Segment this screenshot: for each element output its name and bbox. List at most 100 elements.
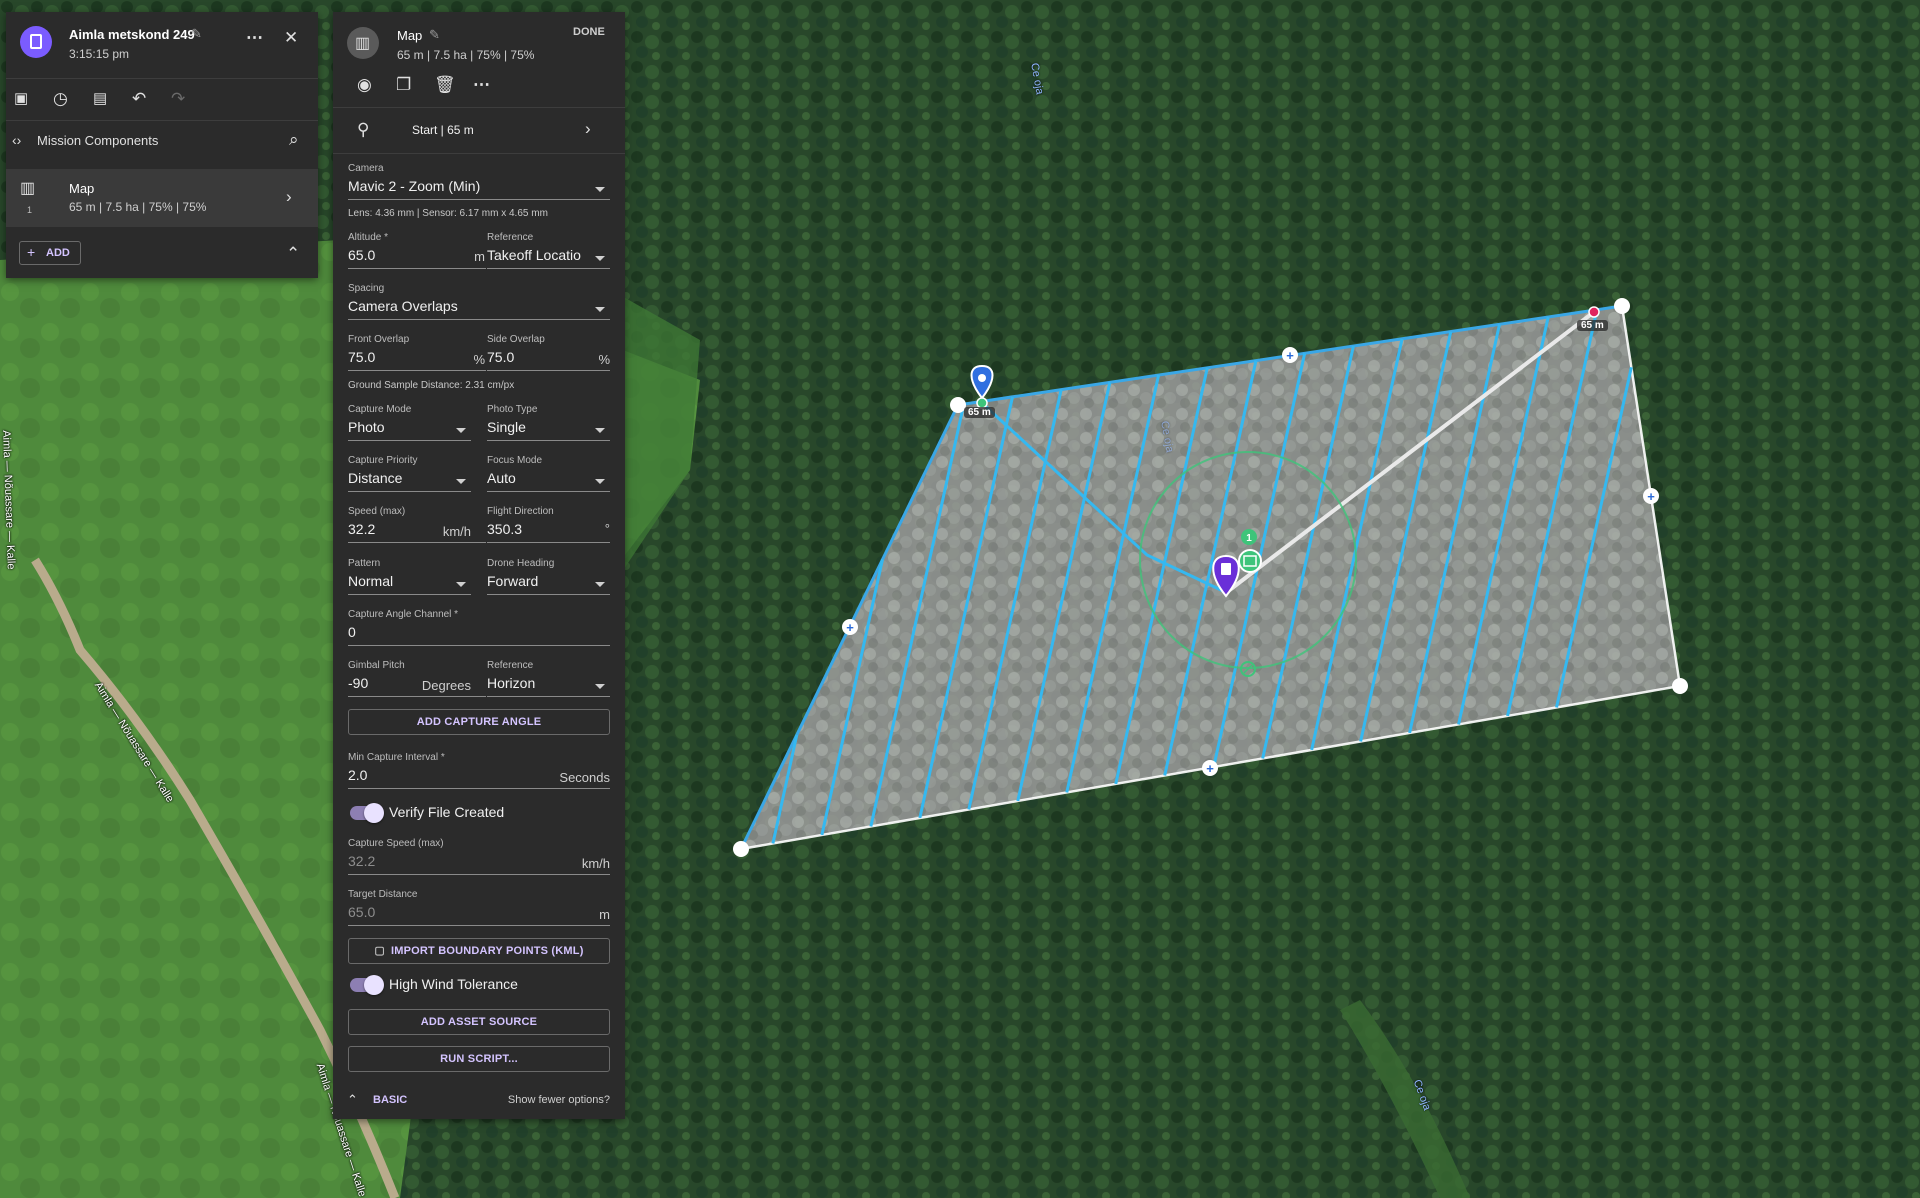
undo-icon[interactable]: ↶	[132, 89, 146, 109]
side-overlap-label: Side Overlap	[487, 334, 545, 345]
add-asset-source-button[interactable]: ADD ASSET SOURCE	[348, 1009, 610, 1035]
mission-title[interactable]: Aimla metskond 249	[69, 27, 195, 42]
show-fewer-options-link[interactable]: Show fewer options?	[503, 1094, 610, 1106]
map-component-avatar: ▥	[347, 27, 379, 59]
components-label: Mission Components	[37, 133, 159, 148]
chevron-up-icon[interactable]: ⌃	[347, 1090, 358, 1110]
gimbal-pitch-input[interactable]: -90	[348, 675, 368, 691]
dropdown-caret-icon	[595, 307, 605, 312]
add-vertex-handle[interactable]: +	[1282, 347, 1298, 363]
dropdown-caret-icon	[456, 428, 466, 433]
capture-mode-select[interactable]: Photo	[348, 419, 385, 435]
component-index: 1	[27, 205, 33, 215]
more-options-icon[interactable]: ⋯	[473, 75, 490, 95]
visibility-icon[interactable]: ◉	[357, 75, 372, 95]
editor-title[interactable]: Map	[397, 28, 422, 43]
front-overlap-unit: %	[473, 352, 485, 367]
import-kml-button[interactable]: ▢ IMPORT BOUNDARY POINTS (KML)	[348, 938, 610, 964]
dropdown-caret-icon	[595, 582, 605, 587]
altitude-tag: 65 m	[1577, 320, 1608, 331]
capture-angle-channel-input[interactable]: 0	[348, 624, 356, 640]
capture-speed-label: Capture Speed (max)	[348, 838, 444, 849]
dropdown-caret-icon	[595, 428, 605, 433]
add-vertex-handle[interactable]: +	[1643, 488, 1659, 504]
speed-input[interactable]: 32.2	[348, 521, 375, 537]
add-vertex-handle[interactable]: +	[1202, 760, 1218, 776]
chevron-up-icon[interactable]: ⌃	[286, 244, 300, 264]
target-distance-input[interactable]: 65.0	[348, 904, 375, 920]
vertex-handle[interactable]	[1672, 678, 1688, 694]
gimbal-pitch-unit: Degrees	[421, 678, 471, 693]
map-component-marker[interactable]	[1238, 549, 1262, 573]
side-overlap-input[interactable]: 75.0	[487, 349, 514, 365]
end-point-marker[interactable]	[1588, 306, 1600, 318]
component-summary: 65 m | 7.5 ha | 75% | 75%	[69, 200, 207, 214]
photo-type-label: Photo Type	[487, 404, 538, 415]
altitude-label: Altitude *	[348, 232, 389, 243]
plus-icon: +	[27, 244, 36, 260]
verify-file-created-toggle[interactable]	[350, 803, 384, 823]
target-distance-unit: m	[599, 907, 610, 922]
min-capture-interval-label: Min Capture Interval *	[348, 752, 445, 763]
vertex-handle[interactable]	[733, 841, 749, 857]
min-capture-interval-input[interactable]: 2.0	[348, 767, 367, 783]
dropdown-caret-icon	[595, 187, 605, 192]
history-icon[interactable]: ◷	[53, 89, 68, 109]
gimbal-reference-label: Reference	[487, 660, 534, 671]
altitude-input[interactable]: 65.0	[348, 247, 375, 263]
mission-panel: Aimla metskond 249 ✎ 3:15:15 pm ⋯ ✕ ▣ ◷ …	[6, 12, 318, 278]
console-icon[interactable]: ▤	[93, 89, 107, 109]
flight-direction-input[interactable]: 350.3	[487, 521, 522, 537]
side-overlap-unit: %	[598, 352, 610, 367]
front-overlap-input[interactable]: 75.0	[348, 349, 375, 365]
camera-select[interactable]: Mavic 2 - Zoom (Min)	[348, 178, 480, 194]
redo-icon[interactable]: ↷	[171, 89, 185, 109]
vertex-handle[interactable]	[1614, 298, 1630, 314]
location-pin-icon: ⚲	[357, 120, 370, 139]
spacing-select[interactable]: Camera Overlaps	[348, 298, 458, 314]
front-overlap-label: Front Overlap	[348, 334, 410, 345]
search-icon[interactable]: ⌕	[289, 130, 299, 150]
high-wind-toleranc-toggle[interactable]	[350, 975, 384, 995]
capture-mode-label: Capture Mode	[348, 404, 412, 415]
map-icon: ▥	[355, 35, 371, 52]
gimbal-pitch-label: Gimbal Pitch	[348, 660, 405, 671]
waypoint-number: 1	[1246, 533, 1252, 544]
min-capture-interval-unit: Seconds	[559, 770, 610, 785]
duplicate-icon[interactable]: ❐	[396, 75, 411, 95]
edit-icon[interactable]: ✎	[191, 24, 202, 44]
chevron-right-icon: ›	[286, 187, 292, 206]
dropdown-caret-icon	[456, 582, 466, 587]
altitude-reference-select[interactable]: Takeoff Locatio	[487, 247, 591, 263]
add-component-button[interactable]: + ADD	[19, 241, 81, 265]
photo-type-select[interactable]: Single	[487, 419, 526, 435]
altitude-reference-label: Reference	[487, 232, 534, 243]
more-options-icon[interactable]: ⋯	[246, 28, 263, 48]
close-icon[interactable]: ✕	[284, 28, 298, 48]
svg-text:+: +	[1206, 761, 1214, 776]
capture-priority-select[interactable]: Distance	[348, 470, 402, 486]
gimbal-reference-select[interactable]: Horizon	[487, 675, 535, 691]
drone-heading-select[interactable]: Forward	[487, 573, 538, 589]
svg-text:+: +	[1286, 348, 1294, 363]
capture-speed-input[interactable]: 32.2	[348, 853, 375, 869]
component-item-map[interactable]: ▥ 1 Map 65 m | 7.5 ha | 75% | 75% ›	[6, 169, 318, 227]
edit-icon[interactable]: ✎	[429, 25, 440, 45]
speed-unit: km/h	[442, 524, 471, 539]
focus-mode-label: Focus Mode	[487, 455, 543, 466]
dropdown-caret-icon	[456, 479, 466, 484]
pattern-label: Pattern	[348, 558, 381, 569]
done-button[interactable]: DONE	[573, 26, 605, 38]
delete-icon[interactable]: 🗑	[434, 75, 456, 95]
run-script-button[interactable]: RUN SCRIPT...	[348, 1046, 610, 1072]
focus-mode-select[interactable]: Auto	[487, 470, 516, 486]
pattern-select[interactable]: Normal	[348, 573, 393, 589]
basic-mode-button[interactable]: BASIC	[373, 1094, 407, 1106]
start-row[interactable]: ⚲ Start | 65 m ›	[333, 108, 625, 152]
add-vertex-handle[interactable]: +	[842, 619, 858, 635]
import-kml-label: IMPORT BOUNDARY POINTS (KML)	[390, 945, 584, 957]
mission-icon	[20, 26, 52, 58]
add-capture-angle-button[interactable]: ADD CAPTURE ANGLE	[348, 709, 610, 735]
svg-text:+: +	[846, 620, 854, 635]
3d-view-icon[interactable]: ▣	[14, 89, 28, 109]
